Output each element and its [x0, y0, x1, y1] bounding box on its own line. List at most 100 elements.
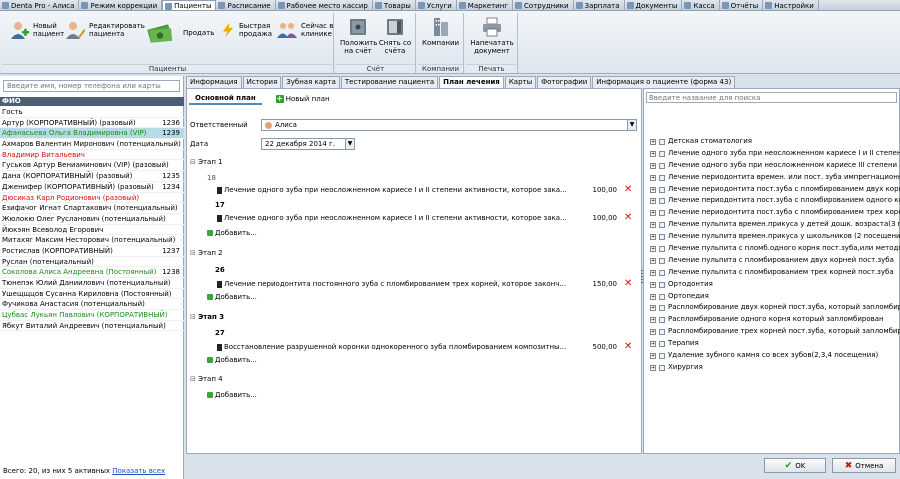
tree-node[interactable]: + Лечение периодонтита пост.зуба с пломби…: [650, 207, 900, 219]
expand-icon[interactable]: +: [650, 138, 656, 145]
main-tab-2[interactable]: Пациенты: [162, 0, 217, 10]
patient-row[interactable]: Дюсиказ Карл Родионович (разовый): [0, 193, 184, 204]
patient-row[interactable]: Артур (КОРПОРАТИВНЫЙ) (разовый) 1236: [0, 118, 184, 129]
patient-tab-5[interactable]: Карты: [504, 76, 537, 88]
expand-icon[interactable]: +: [650, 210, 656, 217]
add-procedure-link[interactable]: Добавить...: [207, 229, 257, 237]
main-tab-0[interactable]: Denta Pro - Алиса: [0, 0, 80, 10]
patient-row[interactable]: Тюнепэк Юлий Даниилович (потенциальный): [0, 278, 184, 289]
expand-icon[interactable]: +: [650, 293, 656, 300]
patient-row[interactable]: Ростислав (КОРПОРАТИВНЫЙ) 1237: [0, 246, 184, 257]
trash-icon[interactable]: [217, 280, 222, 288]
add-procedure-link[interactable]: Добавить...: [207, 293, 257, 301]
responsible-select[interactable]: Алиса ▼: [261, 119, 637, 131]
patient-tab-3[interactable]: Тестирование пациента: [340, 76, 439, 88]
main-tab-13[interactable]: Настройки: [763, 0, 819, 10]
patient-row[interactable]: Ушещщцов Сусанна Кириловна (Постоянный): [0, 289, 184, 300]
expand-icon[interactable]: +: [650, 364, 656, 371]
expand-icon[interactable]: +: [650, 257, 656, 264]
patient-row[interactable]: Афанасьева Ольга Владимировна (VIP) 1239: [0, 128, 184, 140]
main-tab-6[interactable]: Услуги: [416, 0, 457, 10]
tree-node[interactable]: + Лечение одного зуба при неосложненном к…: [650, 148, 900, 160]
sell-button[interactable]: Продать: [140, 19, 214, 47]
trash-icon[interactable]: [217, 343, 222, 351]
patient-row[interactable]: Соколова Алиса Андреевна (Постоянный) 123…: [0, 267, 184, 278]
chevron-down-icon[interactable]: ▼: [627, 120, 636, 130]
patient-tab-6[interactable]: Фотографии: [537, 76, 592, 88]
tree-node[interactable]: + Детская стоматология: [650, 136, 900, 148]
tree-node[interactable]: + Терапия: [650, 338, 900, 350]
tree-node[interactable]: + Распломбирование трех корней пост.зуба,…: [650, 326, 900, 338]
delete-icon[interactable]: ✕: [624, 279, 632, 289]
expand-icon[interactable]: +: [650, 245, 656, 252]
add-procedure-link[interactable]: Добавить...: [207, 391, 257, 399]
stage-2[interactable]: ⊟ Этап 2: [190, 249, 223, 257]
patient-row[interactable]: Дженифер (КОРПОРАТИВНЫЙ) (разовый) 1234: [0, 182, 184, 193]
expand-icon[interactable]: +: [650, 352, 656, 359]
chevron-down-icon[interactable]: ▼: [345, 139, 354, 149]
tree-node[interactable]: + Ортодонтия: [650, 279, 900, 291]
main-tab-7[interactable]: Маркетинг: [457, 0, 513, 10]
patient-tab-0[interactable]: Информация: [186, 76, 242, 88]
patient-row[interactable]: Ахмаров Валентин Миронович (потенциальны…: [0, 139, 184, 150]
patient-row[interactable]: Митахяг Максим Несторович (потенциальный…: [0, 235, 184, 246]
expand-icon[interactable]: +: [650, 234, 656, 241]
patient-tab-4[interactable]: План лечения: [439, 76, 504, 88]
expand-icon[interactable]: +: [650, 150, 656, 157]
tree-node[interactable]: + Лечение пульпита с пломбированием двух …: [650, 255, 900, 267]
ok-button[interactable]: ✔ OK: [764, 458, 826, 473]
patient-row[interactable]: Гуськов Артур Вениаминович (VIP) (разовы…: [0, 160, 184, 172]
stage-4[interactable]: ⊟ Этап 4: [190, 375, 223, 383]
procedure-item[interactable]: Лечение одного зуба при неосложненном ка…: [217, 186, 567, 194]
main-tab-10[interactable]: Документы: [625, 0, 683, 10]
tree-node[interactable]: + Удаление зубного камня со всех зубов(2,…: [650, 350, 900, 362]
trash-icon[interactable]: [217, 186, 222, 194]
patient-row[interactable]: Ябкут Виталий Андреевич (потенциальный): [0, 321, 184, 332]
expand-icon[interactable]: +: [650, 281, 656, 288]
procedure-item[interactable]: Лечение периодонтита постоянного зуба с …: [217, 280, 566, 288]
put-on-account-button[interactable]: Положить на счёт: [340, 16, 377, 55]
patient-row[interactable]: Цубвас Лукьян Павлович (КОРПОРАТИВНЫЙ): [0, 310, 184, 321]
tree-node[interactable]: + Ортопедия: [650, 291, 900, 303]
edit-patient-button[interactable]: Редактировать пациента: [64, 19, 145, 41]
patient-row[interactable]: Гость: [0, 107, 184, 118]
patient-tab-7[interactable]: Информация о пациенте (форма 43): [592, 76, 736, 88]
tree-node[interactable]: + Лечение периодонтита времен. или пост. …: [650, 172, 900, 184]
delete-icon[interactable]: ✕: [624, 213, 632, 223]
patient-row[interactable]: Йюкэян Всеволод Егорович: [0, 225, 184, 236]
tree-node[interactable]: + Распломбирование двух корней пост.зуба,…: [650, 302, 900, 314]
quick-sale-button[interactable]: Быстрая продажа: [220, 19, 272, 41]
patient-row[interactable]: Владимир Витальевич: [0, 150, 184, 161]
show-all-link[interactable]: Показать всех: [112, 467, 165, 475]
tree-node[interactable]: + Лечение пульпита с пломбированием трех …: [650, 267, 900, 279]
add-procedure-link[interactable]: Добавить...: [207, 356, 257, 364]
tree-node[interactable]: + Распломбирование одного корня который з…: [650, 314, 900, 326]
tree-node[interactable]: + Лечение одного зуба при неосложненном к…: [650, 160, 900, 172]
delete-icon[interactable]: ✕: [624, 185, 632, 195]
trash-icon[interactable]: [217, 214, 222, 222]
expand-icon[interactable]: +: [650, 186, 656, 193]
tree-node[interactable]: + Лечение периодонтита пост.зуба с пломби…: [650, 184, 900, 196]
patient-row[interactable]: Дана (КОРПОРАТИВНЫЙ) (разовый) 1235: [0, 171, 184, 182]
main-tab-9[interactable]: Зарплата: [574, 0, 625, 10]
expand-icon[interactable]: +: [650, 222, 656, 229]
service-search-input[interactable]: [646, 92, 897, 103]
procedure-item[interactable]: Восстановление разрушенной коронки однок…: [217, 343, 566, 351]
procedure-item[interactable]: Лечение одного зуба при неосложненном ка…: [217, 214, 567, 222]
cancel-button[interactable]: ✖ Отмена: [832, 458, 896, 473]
expand-icon[interactable]: +: [650, 329, 656, 336]
main-tab-12[interactable]: Отчёты: [720, 0, 764, 10]
patient-tab-1[interactable]: История: [242, 76, 282, 88]
main-tab-5[interactable]: Товары: [373, 0, 416, 10]
new-patient-button[interactable]: Новый пациент: [8, 19, 64, 41]
patient-tab-2[interactable]: Зубная карта: [282, 76, 340, 88]
main-tab-11[interactable]: Касса: [682, 0, 720, 10]
expand-icon[interactable]: +: [650, 174, 656, 181]
expand-icon[interactable]: +: [650, 341, 656, 348]
patient-row[interactable]: Фучикова Анастасия (потенциальный): [0, 299, 184, 311]
expand-icon[interactable]: +: [650, 162, 656, 169]
tree-node[interactable]: + Лечение пульпита времен.прикуса у школь…: [650, 231, 900, 243]
tree-node[interactable]: + Лечение пульпита времен.прикуса у детей…: [650, 219, 900, 231]
main-tab-1[interactable]: Режим коррекции: [79, 0, 163, 10]
print-document-button[interactable]: Напечатать документ: [470, 16, 514, 55]
